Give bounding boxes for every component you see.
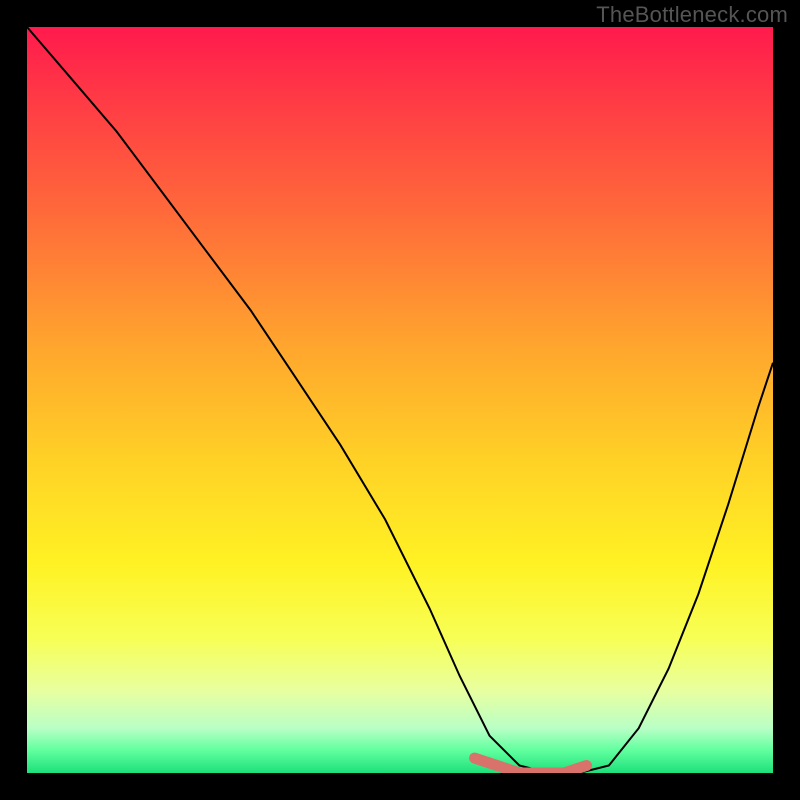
chart-frame: TheBottleneck.com bbox=[0, 0, 800, 800]
watermark-text: TheBottleneck.com bbox=[596, 2, 788, 28]
optimal-range-path bbox=[475, 758, 587, 773]
bottleneck-curve-path bbox=[27, 27, 773, 773]
chart-svg bbox=[27, 27, 773, 773]
